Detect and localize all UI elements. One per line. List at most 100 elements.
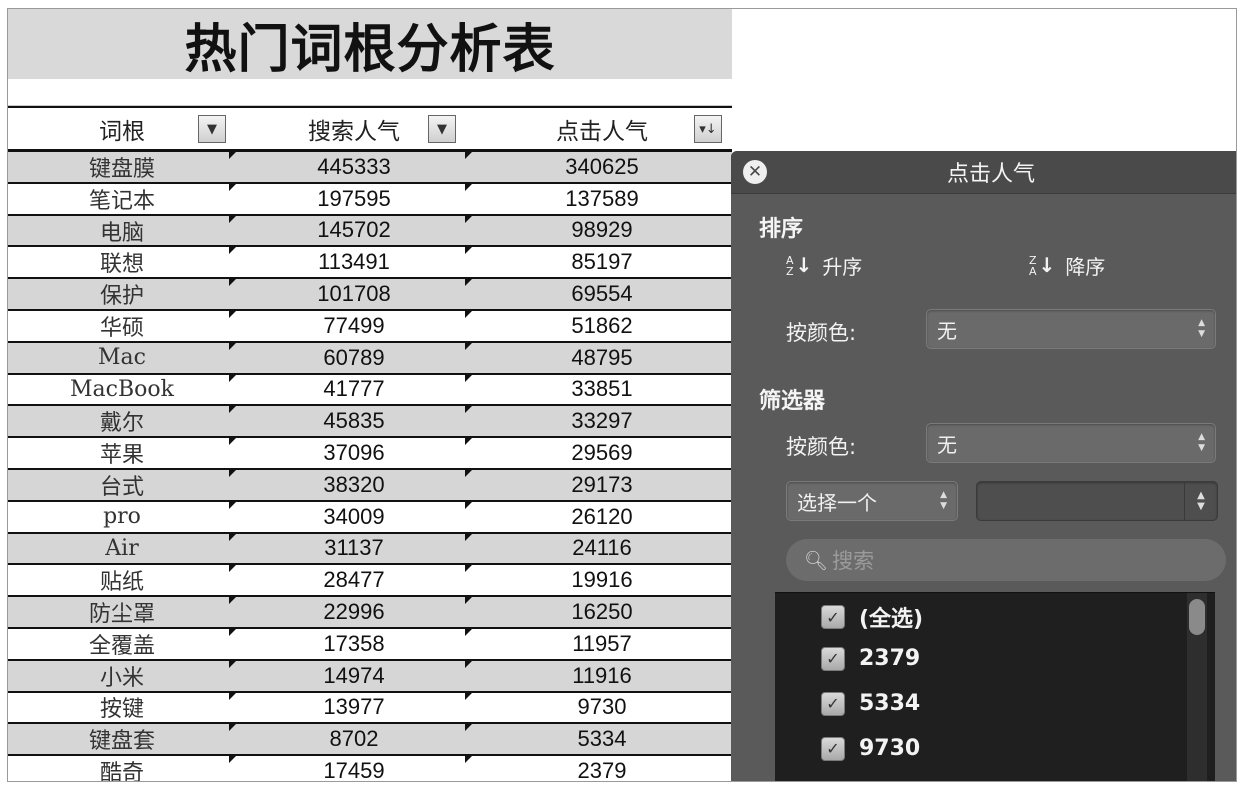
cell-word[interactable]: 华硕: [8, 310, 236, 341]
cell-click[interactable]: 24116: [472, 534, 732, 564]
cell-click[interactable]: 85197: [472, 247, 732, 277]
cell-word[interactable]: 台式: [8, 469, 236, 500]
sort-by-color-select[interactable]: 无 ▲ ▼: [926, 309, 1216, 349]
filter-list-item[interactable]: ✓ 5334: [821, 691, 920, 716]
condition-value-select[interactable]: ▲ ▼: [976, 481, 1218, 521]
cell-search[interactable]: 8702: [236, 724, 472, 754]
sort-descending-button[interactable]: Z A ↓ 降序: [1029, 251, 1105, 280]
cell-search[interactable]: 197595: [236, 183, 472, 214]
cell-search[interactable]: 101708: [236, 279, 472, 309]
cell-click[interactable]: 29569: [472, 438, 732, 468]
cell-search[interactable]: 34009: [236, 501, 472, 532]
popup-title: 点击人气: [946, 162, 1035, 187]
sheet-title-cell[interactable]: 热门词根分析表: [8, 9, 732, 80]
cell-click[interactable]: 19916: [472, 565, 732, 595]
cell-search[interactable]: 31137: [236, 533, 472, 564]
cell-word[interactable]: 苹果: [8, 438, 236, 468]
cell-search[interactable]: 17358: [236, 628, 472, 659]
cell-click[interactable]: 98929: [472, 216, 732, 246]
cell-word[interactable]: 贴纸: [8, 565, 236, 595]
cell-word[interactable]: MacBook: [8, 374, 236, 405]
cell-search[interactable]: 28477: [236, 565, 472, 595]
filter-list-item[interactable]: ✓ (全选): [821, 601, 923, 633]
cell-search[interactable]: 113491: [236, 247, 472, 277]
cell-word[interactable]: 保护: [8, 279, 236, 309]
cell-click[interactable]: 51862: [472, 311, 732, 341]
scrollbar-thumb[interactable]: [1189, 599, 1205, 635]
cell-click[interactable]: 11916: [472, 661, 732, 691]
cell-click[interactable]: 9730: [472, 693, 732, 723]
cell-search[interactable]: 45835: [236, 406, 472, 436]
cell-word[interactable]: 按键: [8, 692, 236, 722]
cell-click[interactable]: 33851: [472, 375, 732, 405]
sort-filter-dropdown-click[interactable]: ▾↓: [694, 115, 722, 143]
filter-dropdown-search[interactable]: ▼: [428, 115, 456, 143]
comment-marker-icon: [229, 724, 236, 732]
search-input[interactable]: 🔍︎ 搜索: [786, 539, 1226, 581]
header-cell-click[interactable]: 点击人气 ▾↓: [472, 108, 732, 149]
cell-word-value: 台式: [99, 474, 144, 500]
cell-click-value: 11916: [572, 662, 632, 688]
cell-click[interactable]: 26120: [472, 502, 732, 532]
sort-ascending-button[interactable]: A Z ↓ 升序: [786, 251, 862, 280]
cell-word[interactable]: 全覆盖: [8, 628, 236, 659]
filter-list-item[interactable]: ✓ 9730: [821, 736, 920, 761]
cell-search[interactable]: 145702: [236, 215, 472, 246]
filter-by-color-select[interactable]: 无 ▲ ▼: [926, 423, 1216, 463]
close-icon[interactable]: ✕: [743, 160, 767, 184]
comment-marker-icon: [229, 533, 236, 541]
checkbox[interactable]: ✓: [821, 736, 845, 761]
cell-word-value: 小米: [99, 665, 144, 691]
cell-click[interactable]: 2379: [472, 756, 732, 781]
cell-click[interactable]: 340625: [472, 152, 732, 182]
header-cell-search[interactable]: 搜索人气 ▼: [236, 108, 472, 149]
cell-word-value: 笔记本: [88, 188, 155, 214]
cell-search[interactable]: 60789: [236, 342, 472, 373]
filter-list-item[interactable]: ✓ 2379: [821, 646, 920, 671]
cell-search[interactable]: 445333: [236, 152, 472, 182]
filter-dropdown-word[interactable]: ▼: [198, 115, 226, 143]
cell-click[interactable]: 48795: [472, 343, 732, 373]
cell-click[interactable]: 69554: [472, 279, 732, 309]
cell-word[interactable]: 戴尔: [8, 406, 236, 436]
cell-search[interactable]: 13977: [236, 692, 472, 723]
cell-search[interactable]: 41777: [236, 374, 472, 405]
cell-word[interactable]: 酷奇: [8, 756, 236, 781]
cell-click[interactable]: 16250: [472, 597, 732, 627]
checkbox[interactable]: ✓: [821, 646, 845, 671]
cell-search-value: 13977: [323, 694, 385, 720]
cell-word[interactable]: 键盘膜: [8, 152, 236, 182]
cell-word[interactable]: Mac: [8, 342, 236, 373]
comment-marker-icon: [465, 374, 472, 382]
cell-search-value: 14974: [323, 662, 385, 688]
cell-word[interactable]: 小米: [8, 660, 236, 691]
checkbox[interactable]: ✓: [821, 691, 845, 716]
cell-search[interactable]: 17459: [236, 756, 472, 781]
cell-word[interactable]: 防尘罩: [8, 597, 236, 627]
cell-click[interactable]: 137589: [472, 184, 732, 214]
cell-word[interactable]: 笔记本: [8, 183, 236, 214]
blank-row[interactable]: [8, 79, 732, 106]
cell-search[interactable]: 37096: [236, 438, 472, 468]
cell-click[interactable]: 29173: [472, 470, 732, 500]
cell-search[interactable]: 77499: [236, 310, 472, 341]
cell-word[interactable]: pro: [8, 501, 236, 532]
header-cell-word[interactable]: 词根 ▼: [8, 108, 236, 149]
popup-header: ✕ 点击人气: [731, 151, 1236, 194]
cell-click[interactable]: 11957: [472, 629, 732, 659]
cell-click[interactable]: 5334: [472, 724, 732, 754]
cell-word[interactable]: 电脑: [8, 215, 236, 246]
cell-search-value: 8702: [329, 726, 379, 752]
cell-search[interactable]: 38320: [236, 469, 472, 500]
cell-search[interactable]: 14974: [236, 660, 472, 691]
cell-word[interactable]: Air: [8, 533, 236, 564]
checkbox[interactable]: ✓: [821, 605, 845, 629]
table-row: 戴尔 45835 33297: [8, 406, 732, 439]
cell-click[interactable]: 33297: [472, 406, 732, 436]
cell-word[interactable]: 键盘套: [8, 724, 236, 754]
cell-word[interactable]: 联想: [8, 247, 236, 277]
condition-select[interactable]: 选择一个 ▲ ▼: [786, 481, 958, 521]
cell-click-value: 98929: [571, 217, 633, 243]
cell-search[interactable]: 22996: [236, 597, 472, 627]
scrollbar[interactable]: [1187, 593, 1207, 781]
